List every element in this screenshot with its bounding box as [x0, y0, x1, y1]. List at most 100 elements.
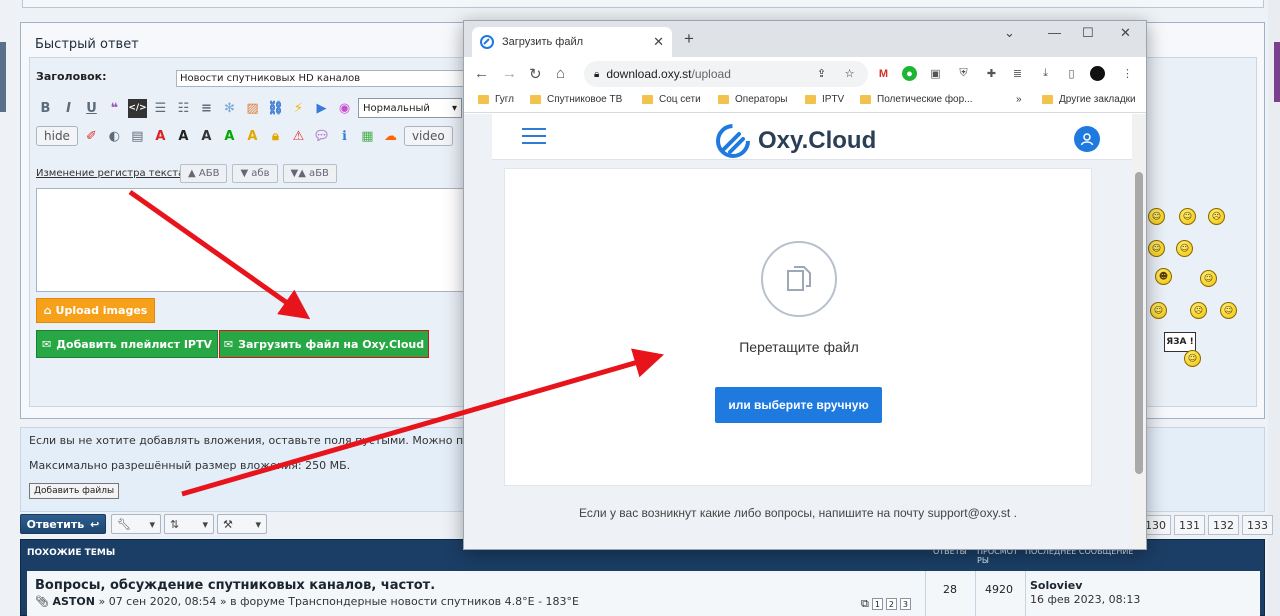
- tools-dropdown[interactable]: 🔧︎ ▾: [111, 514, 161, 534]
- last-post-user[interactable]: Soloviev: [1030, 579, 1082, 592]
- smiley-icon[interactable]: ☹: [1208, 208, 1225, 225]
- smiley-icon[interactable]: ☻: [1155, 268, 1172, 285]
- bookmark-iptv[interactable]: IPTV: [805, 94, 844, 105]
- profile-avatar[interactable]: [1090, 66, 1105, 81]
- kebab-menu-icon[interactable]: ⋮: [1120, 66, 1135, 81]
- bookmark-satellite-tv[interactable]: Спутниковое ТВ: [530, 94, 622, 105]
- list-icon[interactable]: ☰: [151, 99, 170, 118]
- bookmark-political[interactable]: Полетические фор...: [860, 94, 973, 105]
- moderation-dropdown[interactable]: ⚒ ▾: [217, 514, 267, 534]
- code-icon[interactable]: </>: [128, 98, 147, 118]
- home-icon[interactable]: ⌂: [556, 65, 565, 82]
- drop-icon[interactable]: ◐: [105, 127, 124, 146]
- lock-icon[interactable]: 🔒︎: [266, 127, 285, 146]
- font-glow-icon[interactable]: A: [197, 127, 216, 146]
- font-size-select[interactable]: Нормальный ▾: [358, 98, 462, 118]
- bookmark-operators[interactable]: Операторы: [718, 94, 787, 105]
- bookmark-star-icon[interactable]: ☆: [842, 66, 857, 81]
- uppercase-button[interactable]: ▲ АБВ: [180, 164, 228, 183]
- warning-icon[interactable]: ⚠: [289, 127, 308, 146]
- share-icon[interactable]: ⇪: [814, 66, 829, 81]
- info-icon[interactable]: ℹ: [335, 127, 354, 146]
- bookmark-social[interactable]: Соц сети: [642, 94, 701, 105]
- smiley-icon[interactable]: ☺: [1150, 302, 1167, 319]
- video-icon[interactable]: ▶: [312, 99, 331, 118]
- smiley-icon[interactable]: ☺: [1176, 240, 1193, 257]
- hide-button[interactable]: hide: [36, 126, 78, 146]
- sort-dropdown[interactable]: ⇅ ▾: [164, 514, 214, 534]
- user-account-icon[interactable]: [1074, 126, 1100, 152]
- oxy-cloud-logo[interactable]: Oxy.Cloud: [714, 122, 876, 160]
- snowflake-icon[interactable]: ✻: [220, 99, 239, 118]
- italic-icon[interactable]: I: [59, 99, 78, 118]
- topic-page-link[interactable]: 1: [871, 598, 883, 610]
- gmail-icon[interactable]: M: [876, 66, 891, 81]
- download-icon[interactable]: ⤓: [1038, 66, 1053, 81]
- underline-icon[interactable]: U: [82, 99, 101, 118]
- smiley-icon[interactable]: ☹: [1190, 302, 1207, 319]
- page-link[interactable]: 132: [1208, 515, 1239, 535]
- invert-case-button[interactable]: ▼▲ аБВ: [282, 164, 337, 183]
- topic-author[interactable]: ASTON: [52, 595, 95, 608]
- smiley-icon[interactable]: ☺: [1184, 350, 1201, 367]
- smiley-icon[interactable]: ☺: [1148, 240, 1165, 257]
- tab-upload[interactable]: Загрузить файл ✕: [472, 27, 672, 57]
- topic-title[interactable]: Вопросы, обсуждение спутниковых каналов,…: [35, 578, 435, 593]
- font-red-icon[interactable]: A: [151, 127, 170, 146]
- smiley-icon[interactable]: ☺: [1179, 208, 1196, 225]
- link-icon[interactable]: ⛓: [266, 99, 285, 118]
- maximize-icon[interactable]: ☐: [1082, 25, 1094, 41]
- choose-file-button[interactable]: или выберите вручную: [715, 387, 882, 423]
- new-tab-icon[interactable]: +: [684, 29, 694, 49]
- page-scrollbar[interactable]: [1132, 114, 1146, 549]
- forward-icon[interactable]: →: [502, 65, 517, 82]
- smiley-icon[interactable]: ☺: [1148, 208, 1165, 225]
- bookmark-other[interactable]: Другие закладки: [1042, 94, 1136, 105]
- bookmarks-overflow[interactable]: »: [1016, 94, 1022, 105]
- upload-images-button[interactable]: ⌂ Upload images: [36, 298, 155, 323]
- image-icon[interactable]: ▨: [243, 99, 262, 118]
- smiley-icon[interactable]: ☺: [1200, 270, 1217, 287]
- speech-bubble-icon[interactable]: 💬︎: [312, 127, 331, 146]
- color-picker-icon[interactable]: ◉: [335, 99, 354, 118]
- minimize-icon[interactable]: —: [1048, 25, 1061, 40]
- video-button[interactable]: video: [403, 126, 453, 146]
- topic-page-link[interactable]: 3: [899, 598, 911, 610]
- page-link[interactable]: 133: [1242, 515, 1273, 535]
- back-icon[interactable]: ←: [474, 65, 489, 82]
- font-yellow-icon[interactable]: A: [243, 127, 262, 146]
- add-playlist-button[interactable]: ✉ Добавить плейлист IPTV: [36, 330, 218, 358]
- close-window-icon[interactable]: ✕: [1120, 25, 1131, 41]
- quote-icon[interactable]: ❝: [105, 99, 124, 118]
- bold-icon[interactable]: B: [36, 99, 55, 118]
- table-icon[interactable]: ▦: [358, 127, 377, 146]
- screenshot-extension-icon[interactable]: ▣: [928, 66, 943, 81]
- document-icon[interactable]: ▤: [128, 127, 147, 146]
- lowercase-button[interactable]: ▼ абв: [232, 164, 278, 183]
- close-icon[interactable]: ✕: [653, 34, 664, 50]
- scrollbar-thumb[interactable]: [1135, 172, 1143, 474]
- page-link[interactable]: 131: [1174, 515, 1205, 535]
- hamburger-menu-icon[interactable]: [522, 128, 546, 149]
- eraser-icon[interactable]: ✐: [82, 127, 101, 146]
- smiley-icon[interactable]: ☺: [1220, 302, 1237, 319]
- list-item-icon[interactable]: ≡: [197, 99, 216, 118]
- font-green-icon[interactable]: A: [220, 127, 239, 146]
- add-files-button[interactable]: Добавить файлы: [29, 483, 120, 499]
- soundcloud-icon[interactable]: ☁: [381, 127, 400, 146]
- puzzle-extensions-icon[interactable]: ✚: [984, 66, 999, 81]
- reading-list-icon[interactable]: ≣: [1010, 66, 1025, 81]
- reply-button[interactable]: Ответить ↩: [20, 514, 106, 534]
- message-textarea[interactable]: [36, 188, 466, 292]
- shield-extension-icon[interactable]: ⛨: [956, 66, 971, 81]
- flash-icon[interactable]: ⚡: [289, 99, 308, 118]
- upload-oxy-button[interactable]: ✉ Загрузить файл на Oxy.Cloud: [219, 330, 429, 358]
- subject-input[interactable]: Новости спутниковых HD каналов: [176, 70, 476, 87]
- numbered-list-icon[interactable]: ☷: [174, 99, 193, 118]
- reload-icon[interactable]: ↻: [529, 65, 542, 83]
- upload-dropzone[interactable]: Перетащите файл или выберите вручную: [504, 168, 1092, 486]
- bookmark-google[interactable]: Гугл: [478, 94, 514, 105]
- side-panel-icon[interactable]: ▯: [1064, 66, 1079, 81]
- chevron-down-icon[interactable]: ⌄: [1004, 25, 1015, 41]
- sign-smiley[interactable]: ЯЗА !: [1164, 332, 1196, 352]
